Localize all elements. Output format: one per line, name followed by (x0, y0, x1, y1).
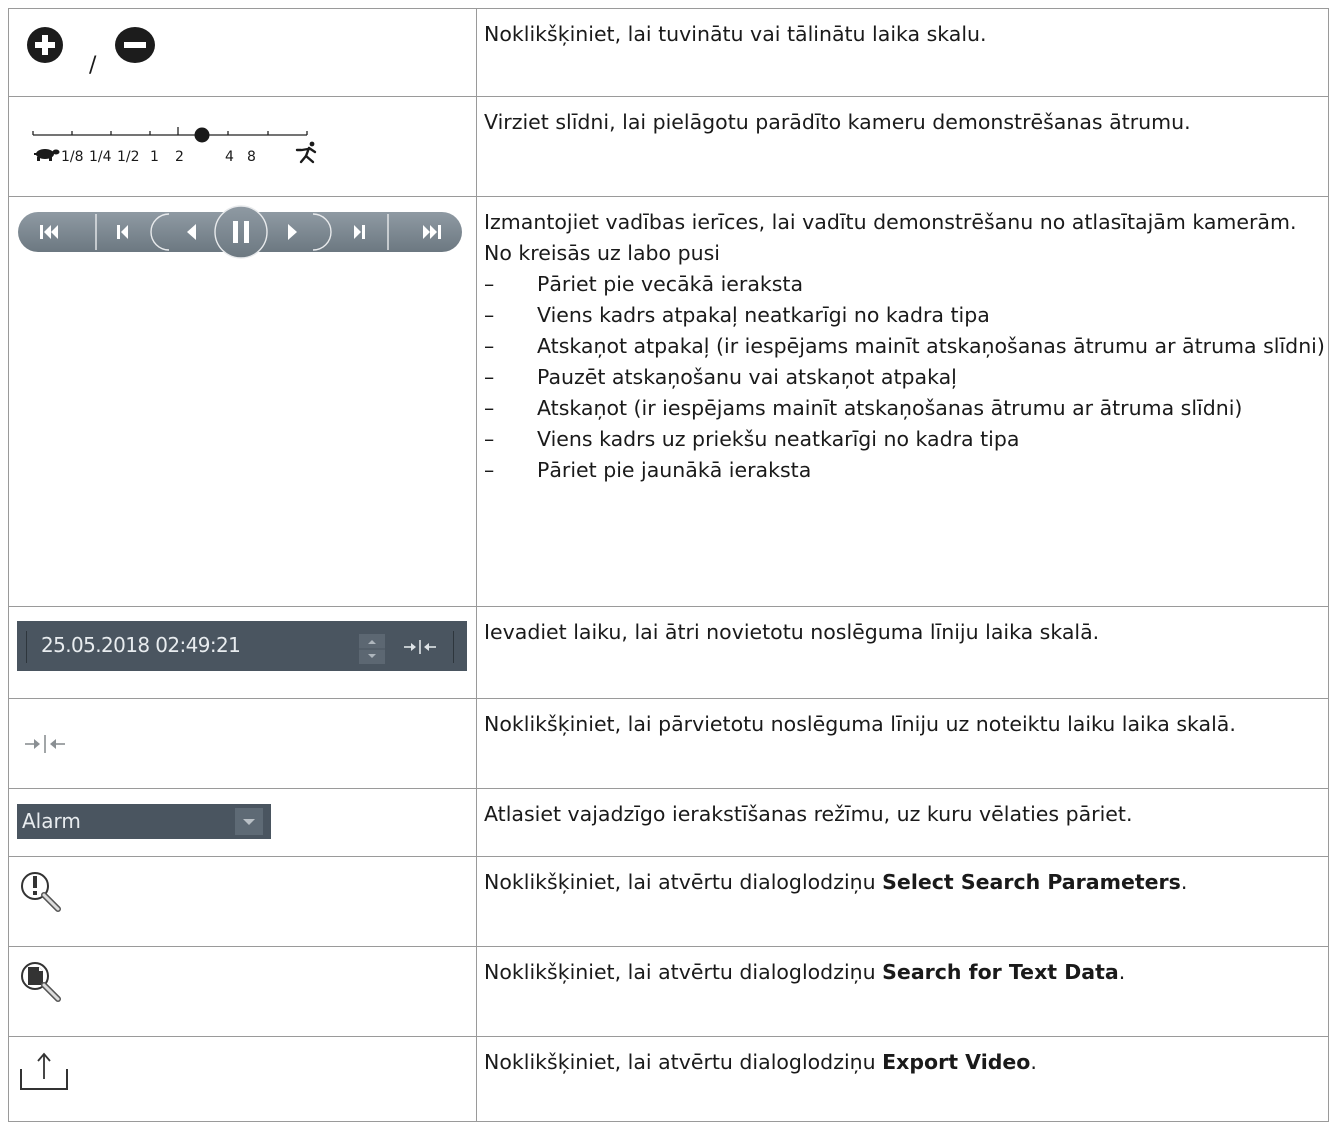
chevron-down-icon (243, 819, 255, 825)
description: Noklikšķiniet, lai atvērtu dialoglodziņu… (476, 946, 1329, 1037)
description: Noklikšķiniet, lai tuvinātu vai tālinātu… (476, 8, 1329, 97)
speed-slider[interactable]: 1/8 1/4 1/2 1 2 4 8 (23, 117, 323, 177)
recording-mode-dropdown[interactable]: Alarm (17, 804, 271, 839)
datetime-input[interactable]: 25.05.2018 02:49:21 (41, 633, 241, 657)
table-row: / Noklikšķiniet, lai tuvinātu vai tālinā… (8, 8, 1329, 97)
dialog-name: Search for Text Data (882, 960, 1119, 984)
speed-label: 4 (225, 149, 234, 165)
table-row: 25.05.2018 02:49:21 Ievadiet laiku, lai … (8, 606, 1329, 699)
search-parameters-icon[interactable] (18, 869, 64, 915)
zoom-in-icon[interactable] (27, 27, 63, 63)
icon-cell: / (8, 8, 477, 97)
table-row: 1/8 1/4 1/2 1 2 4 8 Virziet slīdni, lai … (8, 96, 1329, 197)
speed-label: 1/2 (117, 149, 140, 165)
playback-controls (18, 205, 462, 259)
table-row: Alarm Atlasiet vajadzīgo ierakstīšanas r… (8, 788, 1329, 857)
dropdown-value: Alarm (22, 809, 81, 833)
turtle-icon (34, 149, 60, 161)
description: Noklikšķiniet, lai pārvietotu noslēguma … (476, 698, 1329, 789)
speed-label: 2 (175, 149, 184, 165)
steps-list: – Pāriet pie vecākā ieraksta – Viens kadrs… (484, 269, 1328, 486)
description: Ievadiet laiku, lai ātri novietotu noslē… (476, 606, 1329, 699)
datetime-field: 25.05.2018 02:49:21 (17, 621, 467, 671)
dialog-name: Select Search Parameters (882, 870, 1181, 894)
description: Atlasiet vajadzīgo ierakstīšanas režīmu,… (476, 788, 1329, 857)
icon-cell (8, 946, 477, 1037)
dialog-name: Export Video (882, 1050, 1031, 1074)
zoom-out-icon[interactable] (115, 27, 155, 63)
list-item: – Atskaņot (ir iespējams mainīt atskaņoša… (484, 396, 1243, 420)
list-item: – Pāriet pie jaunākā ieraksta (484, 458, 812, 482)
icon-cell (8, 856, 477, 947)
table-row: Izmantojiet vadības ierīces, lai vadītu … (8, 196, 1329, 607)
list-item: – Viens kadrs atpakaļ neatkarīgi no kadra… (484, 303, 990, 327)
speed-label: 8 (247, 149, 256, 165)
icon-cell (8, 1036, 477, 1122)
icon-cell (8, 196, 477, 607)
list-item: – Atskaņot atpakaļ (ir iespējams mainīt a… (484, 334, 1325, 358)
icon-cell: 25.05.2018 02:49:21 (8, 606, 477, 699)
move-to-line-icon[interactable] (403, 639, 437, 655)
slider-thumb[interactable] (194, 127, 210, 143)
icon-cell: Alarm (8, 788, 477, 857)
table-row: Noklikšķiniet, lai pārvietotu noslēguma … (8, 698, 1329, 789)
description: Noklikšķiniet, lai atvērtu dialoglodziņu… (476, 856, 1329, 947)
table-row: Noklikšķiniet, lai atvērtu dialoglodziņu… (8, 946, 1329, 1037)
speed-label: 1/4 (89, 149, 112, 165)
description: Virziet slīdni, lai pielāgotu parādīto k… (476, 96, 1329, 197)
order-note: No kreisās uz labo pusi (484, 241, 720, 265)
icon-cell: 1/8 1/4 1/2 1 2 4 8 (8, 96, 477, 197)
runner-icon (295, 141, 317, 164)
export-icon[interactable] (19, 1049, 69, 1093)
description: Izmantojiet vadības ierīces, lai vadītu … (484, 210, 1297, 234)
move-to-line-icon[interactable] (23, 733, 67, 755)
search-text-data-icon[interactable] (18, 959, 64, 1005)
speed-label: 1/8 (61, 149, 84, 165)
list-item: – Viens kadrs uz priekšu neatkarīgi no ka… (484, 427, 1020, 451)
description-cell: Izmantojiet vadības ierīces, lai vadītu … (476, 196, 1329, 607)
icon-separator: / (89, 53, 97, 78)
controls-reference-table: / Noklikšķiniet, lai tuvinātu vai tālinā… (8, 8, 1329, 1122)
icon-cell (8, 698, 477, 789)
table-row: Noklikšķiniet, lai atvērtu dialoglodziņu… (8, 856, 1329, 947)
description: Noklikšķiniet, lai atvērtu dialoglodziņu… (476, 1036, 1329, 1122)
list-item: – Pāriet pie vecākā ieraksta (484, 272, 804, 296)
table-row: Noklikšķiniet, lai atvērtu dialoglodziņu… (8, 1036, 1329, 1122)
dropdown-button[interactable] (235, 808, 263, 835)
list-item: – Pauzēt atskaņošanu vai atskaņot atpakaļ (484, 365, 957, 389)
speed-label: 1 (150, 149, 159, 165)
